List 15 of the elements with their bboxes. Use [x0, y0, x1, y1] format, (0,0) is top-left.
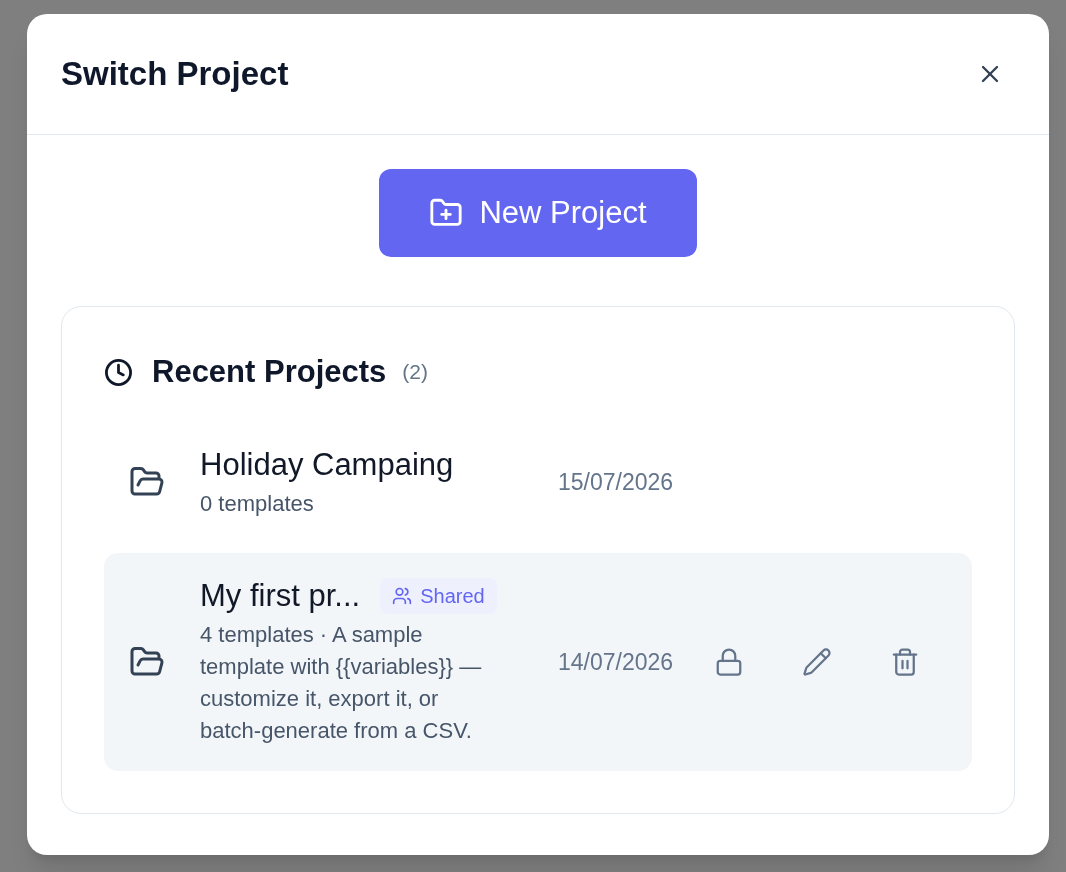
project-count: (2) [402, 359, 428, 386]
project-details: 4 templates · A sample template with {{variables}} — customize it, export it, or batch-generate from a CSV. [200, 621, 483, 745]
users-icon [392, 586, 413, 606]
project-name: Holiday Campaing [200, 446, 454, 484]
dialog-title: Switch Project [61, 54, 289, 95]
new-project-button[interactable]: New Project [379, 169, 697, 257]
project-date: 14/07/2026 [558, 647, 674, 677]
project-row[interactable]: My first pr... Shared 4 templates · A sample template with {{variables}} — customize it, export it, or batch-generate from a CSV. 14/07/2026 [104, 553, 972, 771]
shared-badge: Shared [380, 578, 497, 614]
project-details: 0 templates [200, 490, 315, 518]
pencil-icon [802, 647, 833, 677]
section-title: Recent Projects [152, 352, 387, 391]
project-name: My first pr... [200, 577, 361, 615]
project-date: 15/07/2026 [558, 467, 674, 497]
clock-icon [104, 357, 133, 387]
